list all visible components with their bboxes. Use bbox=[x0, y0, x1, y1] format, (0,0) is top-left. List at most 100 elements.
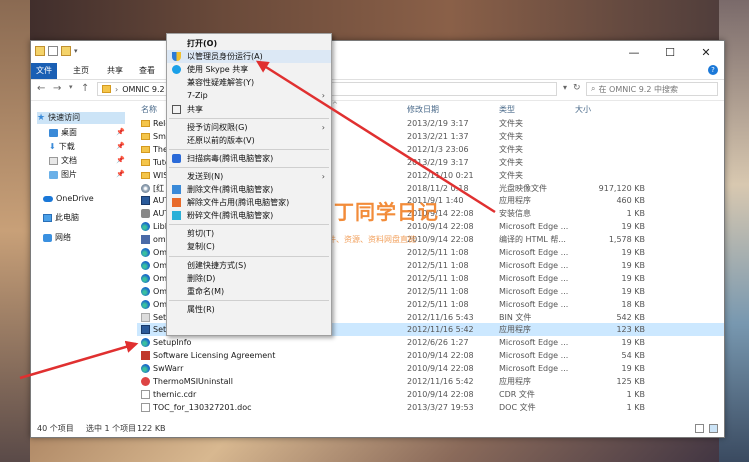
tab-file[interactable]: 文件 bbox=[31, 63, 57, 79]
tab-view[interactable]: 查看 bbox=[133, 63, 161, 79]
edge-file-icon bbox=[141, 364, 150, 374]
tab-share[interactable]: 共享 bbox=[101, 63, 129, 79]
menu-item[interactable]: 重命名(M) bbox=[167, 285, 331, 298]
sidebar-item-this-pc[interactable]: 此电脑 bbox=[43, 212, 79, 224]
menu-item[interactable]: 共享 bbox=[167, 103, 331, 116]
pin-icon[interactable]: 📌 bbox=[116, 170, 125, 178]
help-icon[interactable]: ? bbox=[708, 65, 718, 75]
column-header-date[interactable]: 修改日期 bbox=[407, 104, 439, 115]
sidebar-item-quick-access[interactable]: ★ 快速访问 bbox=[37, 112, 125, 124]
table-row[interactable]: ThermoMSIUninstall 2012/11/16 5:42 应用程序 125… bbox=[137, 375, 724, 388]
column-header-type[interactable]: 类型 bbox=[499, 104, 515, 115]
menu-item[interactable]: 7-Zip › bbox=[167, 89, 331, 102]
menu-item-label: 发送到(N) bbox=[187, 171, 224, 181]
desktop-background-left bbox=[0, 0, 30, 462]
folder-file-icon bbox=[141, 171, 150, 179]
pin-icon[interactable]: 📌 bbox=[116, 142, 125, 150]
sidebar-item-pictures[interactable]: 图片 bbox=[49, 169, 77, 181]
sidebar-item-network[interactable]: 网络 bbox=[43, 232, 71, 244]
folder-icon[interactable] bbox=[35, 46, 45, 56]
edge-file-icon bbox=[141, 338, 150, 348]
menu-item[interactable]: 授予访问权限(G) › bbox=[167, 121, 331, 134]
file-size: 1 KB bbox=[626, 209, 645, 219]
back-arrow-icon[interactable]: ← bbox=[37, 83, 45, 94]
menu-item[interactable]: 删除(D) bbox=[167, 272, 331, 285]
column-header-name[interactable]: 名称 bbox=[141, 104, 157, 115]
title-bar: ▾ — ☐ ✕ bbox=[31, 41, 724, 63]
menu-item[interactable]: 打开(O) bbox=[167, 37, 331, 50]
file-type: DOC 文件 bbox=[499, 402, 536, 412]
file-name-cell: SwWarr bbox=[141, 362, 411, 375]
menu-item[interactable]: 剪切(T) bbox=[167, 227, 331, 240]
menu-item[interactable]: 以管理员身份运行(A) bbox=[167, 50, 331, 64]
sidebar-item-documents[interactable]: 文档 bbox=[49, 155, 77, 167]
tab-home[interactable]: 主页 bbox=[67, 63, 95, 79]
file-size: 54 KB bbox=[621, 351, 645, 361]
pin-icon[interactable]: 📌 bbox=[116, 128, 125, 136]
menu-item[interactable]: 还原以前的版本(V) bbox=[167, 134, 331, 147]
menu-item-label: 属性(R) bbox=[187, 304, 215, 314]
details-view-icon[interactable] bbox=[695, 424, 704, 433]
close-button[interactable]: ✕ bbox=[688, 41, 724, 63]
file-size: 18 KB bbox=[621, 299, 645, 309]
menu-item-label: 兼容性疑难解答(Y) bbox=[187, 78, 255, 88]
menu-item[interactable]: 创建快捷方式(S) bbox=[167, 259, 331, 272]
app-file-icon bbox=[141, 196, 150, 206]
column-header-size[interactable]: 大小 bbox=[575, 104, 591, 115]
file-size: 19 KB bbox=[621, 338, 645, 348]
customize-dropdown-icon[interactable]: ▾ bbox=[74, 47, 78, 55]
file-size: 1 KB bbox=[626, 402, 645, 412]
file-size: 19 KB bbox=[621, 286, 645, 296]
menu-item[interactable]: 扫描病毒(腾讯电脑管家) bbox=[167, 152, 331, 165]
address-dropdown-icon[interactable]: ▾ bbox=[563, 83, 567, 92]
menu-item[interactable]: 使用 Skype 共享 bbox=[167, 63, 331, 76]
file-type: 应用程序 bbox=[499, 325, 531, 335]
maximize-button[interactable]: ☐ bbox=[652, 41, 688, 63]
app-file-icon bbox=[141, 325, 150, 335]
file-name: Om bbox=[153, 299, 168, 309]
table-row[interactable]: TOC_for_130327201.doc 2013/3/27 19:53 DOC … bbox=[137, 401, 724, 414]
refresh-icon[interactable]: ↻ bbox=[573, 83, 581, 93]
file-size: 19 KB bbox=[621, 260, 645, 270]
navigation-pane: ★ 快速访问 桌面 📌 ⬇ 下载 📌 文档 📌 图片 📌 OneDrive 此电… bbox=[31, 101, 131, 421]
watermark-subtitle: 软件、资源、资料网盘直链 bbox=[320, 235, 416, 244]
menu-item[interactable]: 解除文件占用(腾讯电脑管家) bbox=[167, 196, 331, 209]
disc-file-icon bbox=[141, 183, 150, 193]
menu-item[interactable]: 发送到(N) › bbox=[167, 170, 331, 183]
submenu-arrow-icon: › bbox=[321, 91, 325, 101]
edge-file-icon bbox=[141, 222, 150, 232]
properties-icon[interactable] bbox=[48, 46, 58, 56]
file-size: 19 KB bbox=[621, 364, 645, 374]
forward-arrow-icon[interactable]: → bbox=[53, 83, 61, 94]
sidebar-item-downloads[interactable]: ⬇ 下载 bbox=[49, 141, 75, 153]
table-row[interactable]: SwWarr 2010/9/14 22:08 Microsoft Edge ... 1… bbox=[137, 362, 724, 375]
file-date: 2012/11/16 5:42 bbox=[407, 377, 474, 386]
menu-item-label: 重命名(M) bbox=[187, 286, 225, 296]
search-input[interactable]: ⌕ 在 OMNIC 9.2 中搜索 bbox=[586, 82, 718, 96]
minimize-button[interactable]: — bbox=[616, 41, 652, 63]
help-file-icon bbox=[141, 235, 150, 245]
large-icons-view-icon[interactable] bbox=[709, 424, 718, 433]
file-date: 2012/11/16 5:43 bbox=[407, 312, 474, 322]
pin-icon[interactable]: 📌 bbox=[116, 156, 125, 164]
menu-item[interactable]: 属性(R) bbox=[167, 303, 331, 316]
menu-item[interactable]: 复制(C) bbox=[167, 240, 331, 253]
sidebar-item-desktop[interactable]: 桌面 bbox=[49, 127, 77, 139]
file-name-cell: thernic.cdr bbox=[141, 388, 411, 401]
sidebar-item-onedrive[interactable]: OneDrive bbox=[43, 193, 94, 205]
selection-count: 选中 1 个项目 bbox=[86, 424, 137, 433]
menu-item-label: 7-Zip bbox=[187, 91, 208, 101]
menu-item[interactable]: 兼容性疑难解答(Y) bbox=[167, 76, 331, 89]
new-folder-icon[interactable] bbox=[61, 46, 71, 56]
desktop-icon bbox=[49, 129, 58, 137]
table-row[interactable]: thernic.cdr 2010/9/14 22:08 CDR 文件 1 KB bbox=[137, 388, 724, 401]
submenu-arrow-icon: › bbox=[321, 171, 325, 181]
pdf-file-icon bbox=[141, 351, 150, 361]
menu-item[interactable]: 删除文件(腾讯电脑管家) bbox=[167, 183, 331, 196]
recent-dropdown-icon[interactable]: ▾ bbox=[69, 83, 73, 91]
table-row[interactable]: SetupInfo 2012/6/26 1:27 Microsoft Edge ..… bbox=[137, 336, 724, 349]
table-row[interactable]: Software Licensing Agreement 2010/9/14 22… bbox=[137, 349, 724, 362]
menu-item[interactable]: 粉碎文件(腾讯电脑管家) bbox=[167, 209, 331, 222]
file-name: SwWarr bbox=[153, 364, 184, 374]
up-arrow-icon[interactable]: ↑ bbox=[81, 83, 89, 94]
